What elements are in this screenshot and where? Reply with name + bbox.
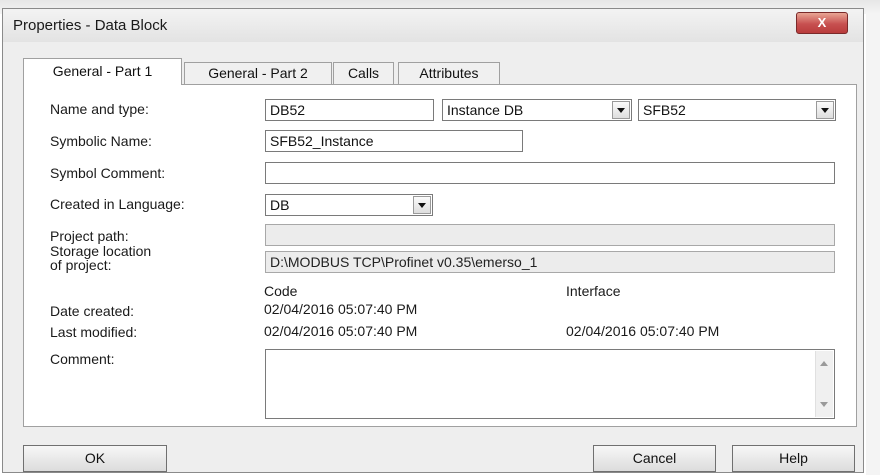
created-in-language-label: Created in Language: [50,196,185,212]
tab-attributes[interactable]: Attributes [398,62,500,84]
scroll-up-icon[interactable] [820,361,828,366]
storage-location-label-line2: of project: [50,257,112,273]
block-type-value: Instance DB [447,102,524,118]
ok-button[interactable]: OK [23,445,167,472]
last-modified-label: Last modified: [50,324,138,340]
language-select[interactable]: DB [265,194,433,216]
tab-general-part-1[interactable]: General - Part 1 [23,58,182,85]
symbol-comment-label: Symbol Comment: [50,165,166,181]
last-modified-interface-value: 02/04/2016 05:07:40 PM [566,323,720,339]
tab-general-part-2[interactable]: General - Part 2 [184,62,332,84]
date-created-code-value: 02/04/2016 05:07:40 PM [264,301,418,317]
name-and-type-label: Name and type: [50,101,149,117]
comment-label: Comment: [50,351,115,367]
tab-calls[interactable]: Calls [333,62,394,84]
scroll-down-icon[interactable] [820,402,828,407]
instance-fb-select[interactable]: SFB52 [638,99,836,121]
last-modified-code-value: 02/04/2016 05:07:40 PM [264,323,418,339]
symbol-comment-input[interactable] [265,162,835,184]
storage-location-label-line1: Storage location [50,243,152,259]
close-icon: X [817,15,827,30]
project-path-field [265,224,835,246]
general-part-1-panel: Name and type: DB52 Instance DB SFB52 Sy… [23,84,857,427]
background-window-edge [866,14,880,475]
title-bar: Properties - Data Block X [3,9,863,42]
comment-textarea[interactable] [265,349,835,419]
language-value: DB [270,197,290,213]
instance-fb-value: SFB52 [643,102,686,118]
storage-location-field: D:\MODBUS TCP\Profinet v0.35\emerso_1 [265,251,835,273]
code-column-header: Code [264,283,298,299]
close-button[interactable]: X [796,12,848,34]
dialog-client-area: General - Part 1 General - Part 2 Calls … [3,42,863,472]
window-title: Properties - Data Block [13,17,168,34]
chevron-down-icon[interactable] [816,101,834,119]
help-button[interactable]: Help [732,445,855,472]
properties-dialog: Properties - Data Block X General - Part… [2,8,864,473]
symbolic-name-label: Symbolic Name: [50,133,152,149]
block-type-select[interactable]: Instance DB [442,99,632,121]
symbolic-name-input[interactable]: SFB52_Instance [265,130,523,152]
cancel-button[interactable]: Cancel [593,445,716,472]
date-created-label: Date created: [50,303,135,319]
block-name-input[interactable]: DB52 [265,99,434,121]
comment-scrollbar[interactable] [815,351,833,417]
chevron-down-icon[interactable] [413,196,431,214]
interface-column-header: Interface [566,283,621,299]
project-path-label: Project path: [50,228,129,244]
chevron-down-icon[interactable] [612,101,630,119]
